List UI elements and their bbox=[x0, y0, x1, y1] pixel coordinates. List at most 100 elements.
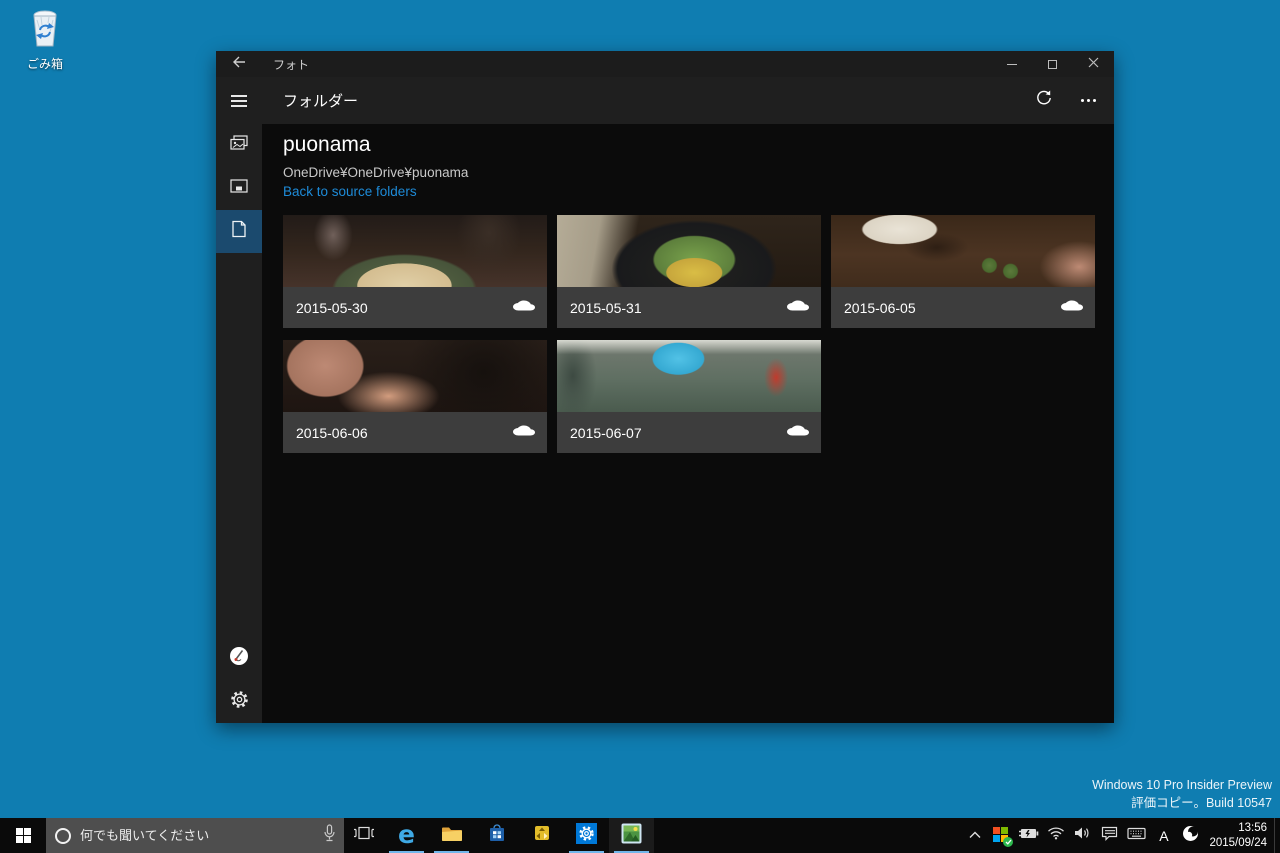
sidebar-item-folders[interactable] bbox=[216, 210, 262, 253]
start-button[interactable] bbox=[0, 818, 46, 853]
taskbar-store-button[interactable] bbox=[474, 818, 519, 853]
speaker-icon bbox=[1074, 826, 1091, 845]
photo-thumbnail bbox=[557, 215, 821, 287]
file-explorer-icon bbox=[441, 825, 463, 847]
photo-thumbnail bbox=[831, 215, 1095, 287]
photo-tile[interactable]: 2015-05-31 bbox=[557, 215, 821, 328]
tile-date: 2015-06-07 bbox=[570, 424, 642, 441]
close-button[interactable] bbox=[1073, 51, 1114, 77]
feedback-button[interactable] bbox=[216, 637, 262, 680]
task-view-icon bbox=[353, 825, 375, 846]
tile-date: 2015-06-05 bbox=[844, 299, 916, 316]
photo-tile[interactable]: 2015-06-07 bbox=[557, 340, 821, 453]
folder-title: puonama bbox=[283, 133, 371, 156]
minimize-icon bbox=[1006, 63, 1017, 65]
window-title: フォト bbox=[273, 57, 310, 72]
microphone-icon[interactable] bbox=[323, 824, 336, 847]
back-to-source-folders-link[interactable]: Back to source folders bbox=[283, 184, 417, 199]
tray-touch-keyboard-button[interactable] bbox=[1123, 818, 1150, 853]
tray-clock[interactable]: 13:56 2015/09/24 bbox=[1204, 818, 1274, 853]
ellipsis-icon bbox=[1080, 99, 1096, 102]
recycle-bin-label: ごみ箱 bbox=[26, 57, 63, 71]
recycle-bin[interactable]: ごみ箱 bbox=[14, 8, 76, 72]
insider-watermark: Windows 10 Pro Insider Preview 評価コピー。Bui… bbox=[1092, 777, 1272, 812]
hamburger-icon bbox=[231, 92, 247, 110]
recycle-bin-icon bbox=[27, 10, 63, 52]
titlebar: フォト bbox=[216, 51, 1114, 77]
folders-icon bbox=[230, 219, 248, 244]
minimize-button[interactable] bbox=[991, 51, 1032, 77]
feedback-smiley-icon bbox=[229, 646, 249, 671]
onedrive-cloud-icon bbox=[513, 423, 535, 443]
folder-path: OneDrive¥OneDrive¥puonama bbox=[283, 165, 469, 180]
tray-battery-button[interactable] bbox=[1015, 818, 1042, 853]
windows-logo-icon bbox=[15, 828, 31, 843]
tray-show-hidden-icons-button[interactable] bbox=[961, 818, 988, 853]
keyboard-icon bbox=[1127, 827, 1147, 845]
show-desktop-button[interactable] bbox=[1274, 818, 1280, 853]
battery-charging-icon bbox=[1018, 827, 1039, 845]
photo-thumbnail bbox=[283, 340, 547, 412]
onedrive-cloud-icon bbox=[787, 298, 809, 318]
photo-tile[interactable]: 2015-06-05 bbox=[831, 215, 1095, 328]
see-more-button[interactable] bbox=[1066, 77, 1110, 124]
collection-icon bbox=[229, 134, 249, 157]
tray-sync-status-button[interactable] bbox=[988, 818, 1015, 853]
back-button[interactable] bbox=[216, 51, 262, 77]
folder-view: puonama OneDrive¥OneDrive¥puonama Back t… bbox=[262, 124, 1114, 723]
photos-app-window: フォト フォルダー puonama OneDrive¥OneDrive¥puon… bbox=[216, 51, 1114, 723]
tray-wifi-button[interactable] bbox=[1042, 818, 1069, 853]
taskbar-yellow-arrows-app-button[interactable] bbox=[519, 818, 564, 853]
maximize-button[interactable] bbox=[1032, 51, 1073, 77]
app-header: フォルダー bbox=[262, 77, 1114, 124]
onedrive-cloud-icon bbox=[1061, 298, 1083, 318]
taskbar: e bbox=[0, 818, 1280, 853]
photos-app-icon bbox=[621, 823, 642, 849]
tray-ime-mode-button[interactable]: A bbox=[1150, 818, 1177, 853]
hamburger-menu-button[interactable] bbox=[216, 77, 262, 124]
tile-date: 2015-05-31 bbox=[570, 299, 642, 316]
refresh-button[interactable] bbox=[1022, 77, 1066, 124]
action-center-icon bbox=[1101, 826, 1118, 846]
task-view-button[interactable] bbox=[344, 818, 384, 853]
sidebar-item-albums[interactable] bbox=[216, 167, 262, 210]
taskbar-file-explorer-button[interactable] bbox=[429, 818, 474, 853]
photo-tile[interactable]: 2015-06-06 bbox=[283, 340, 547, 453]
chevron-up-icon bbox=[968, 827, 982, 845]
cortana-icon bbox=[55, 827, 71, 844]
tray-volume-button[interactable] bbox=[1069, 818, 1096, 853]
back-arrow-icon bbox=[231, 54, 247, 75]
tile-date: 2015-06-06 bbox=[296, 424, 368, 441]
yellow-arrows-app-icon bbox=[532, 823, 552, 848]
sidebar bbox=[216, 77, 262, 723]
ime-icon bbox=[1182, 825, 1199, 847]
taskbar-search[interactable] bbox=[46, 818, 344, 853]
microsoft-sync-status-icon bbox=[993, 827, 1014, 847]
photo-thumbnail bbox=[557, 340, 821, 412]
tray-ime-button[interactable] bbox=[1177, 818, 1204, 853]
search-input[interactable] bbox=[80, 828, 323, 843]
sidebar-item-collection[interactable] bbox=[216, 124, 262, 167]
store-icon bbox=[487, 823, 507, 848]
photo-tile[interactable]: 2015-05-30 bbox=[283, 215, 547, 328]
photo-thumbnail bbox=[283, 215, 547, 287]
onedrive-cloud-icon bbox=[787, 423, 809, 443]
tray-action-center-button[interactable] bbox=[1096, 818, 1123, 853]
ime-mode-indicator: A bbox=[1159, 827, 1169, 844]
settings-button[interactable] bbox=[216, 680, 262, 723]
gear-icon bbox=[230, 690, 249, 714]
clock-date: 2015/09/24 bbox=[1209, 836, 1267, 849]
desktop: ごみ箱 フォト フォルダー puonama OneDrive¥OneDrive¥… bbox=[0, 0, 1280, 853]
window-controls bbox=[991, 51, 1114, 77]
albums-icon bbox=[229, 178, 249, 199]
taskbar-photos-button[interactable] bbox=[609, 818, 654, 853]
taskbar-settings-button[interactable] bbox=[564, 818, 609, 853]
settings-app-icon bbox=[576, 822, 597, 849]
watermark-line2: 評価コピー。Build 10547 bbox=[1131, 795, 1272, 810]
page-title: フォルダー bbox=[283, 93, 359, 110]
refresh-icon bbox=[1035, 89, 1053, 112]
taskbar-edge-button[interactable]: e bbox=[384, 818, 429, 853]
photo-tile-grid: 2015-05-30 2015-05-31 2015-06-05 2015-06… bbox=[283, 215, 1095, 453]
watermark-line1: Windows 10 Pro Insider Preview bbox=[1092, 778, 1272, 792]
